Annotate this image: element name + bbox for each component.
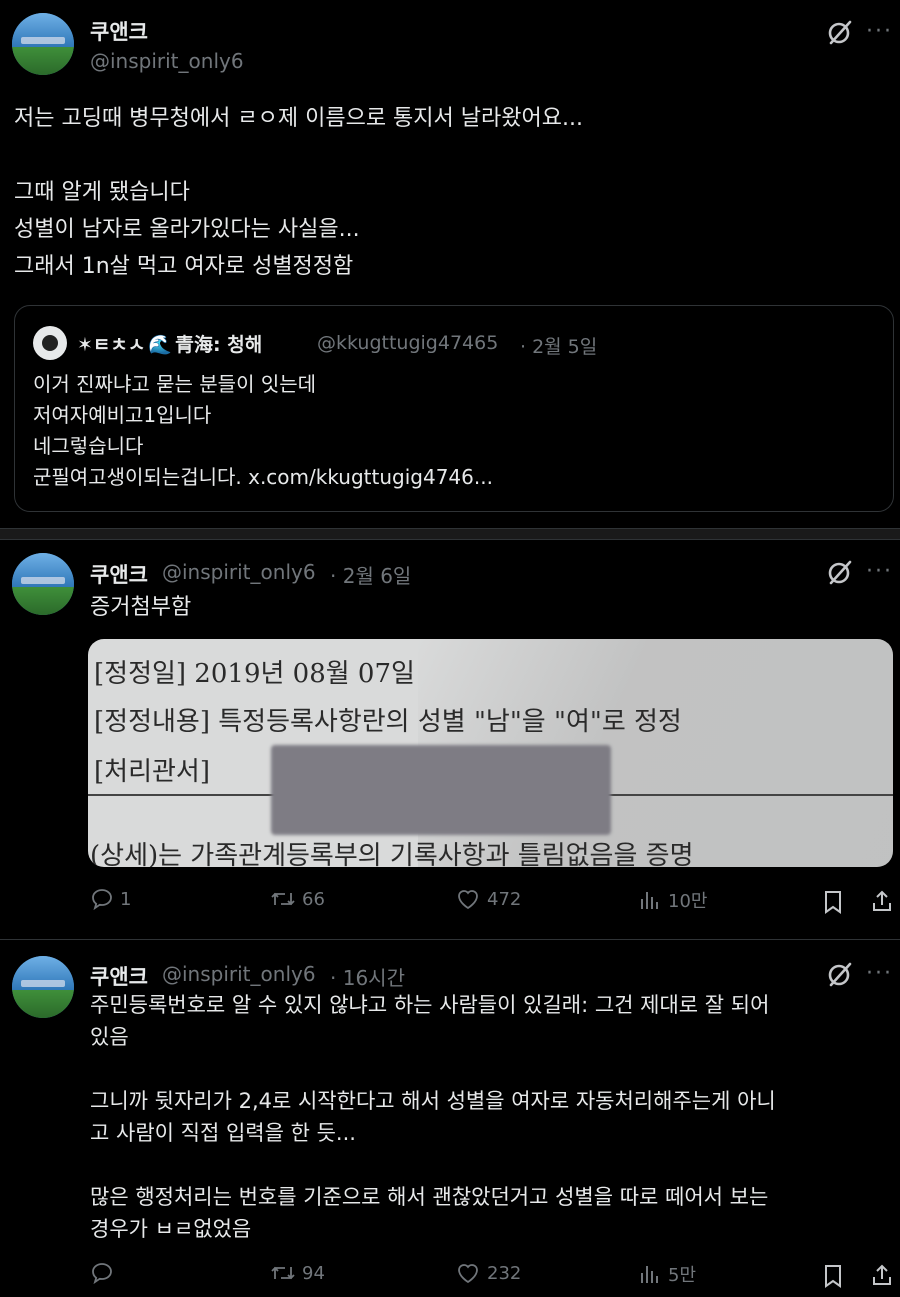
reply-icon <box>92 1263 112 1285</box>
tweet-actions: 1 66 472 10만 <box>0 887 900 917</box>
share-icon[interactable] <box>870 889 894 913</box>
quoted-tweet[interactable]: ✶ㅌㅊㅅ 🌊 青海: 청해 @kkugttugig47465 · 2월 5일 이거 … <box>14 305 894 512</box>
views-button[interactable]: 10만 <box>638 887 707 913</box>
tweet-actions: 94 232 5만 <box>0 1261 900 1291</box>
bookmark-icon[interactable] <box>822 1264 844 1288</box>
view-count: 5만 <box>668 1265 697 1286</box>
redacted-area <box>271 745 611 835</box>
retweet-icon <box>271 892 295 906</box>
quote-handle[interactable]: @kkugttugig47465 <box>317 332 498 354</box>
more-options-icon[interactable]: ··· <box>866 21 893 43</box>
tweet-date[interactable]: · 16시간 <box>330 962 405 991</box>
more-options-icon[interactable]: ··· <box>866 561 893 583</box>
author-handle[interactable]: @inspirit_only6 <box>162 560 316 584</box>
quote-date[interactable]: · 2월 5일 <box>520 332 597 359</box>
wave-emoji-icon: 🌊 <box>148 334 173 356</box>
reply-button[interactable] <box>90 1261 120 1285</box>
reply-count: 1 <box>120 888 132 910</box>
grok-icon[interactable] <box>826 960 854 988</box>
views-icon <box>641 892 658 909</box>
retweet-button[interactable]: 94 <box>270 1261 325 1285</box>
avatar[interactable] <box>12 13 74 75</box>
tweet-text: 증거첨부함 <box>90 595 192 620</box>
grok-icon[interactable] <box>826 18 854 46</box>
reply-button[interactable]: 1 <box>90 887 131 911</box>
divider <box>0 937 900 940</box>
doc-line-4: (상세)는 가족관계등록부의 기록사항과 틀림없음을 증명 <box>90 841 694 867</box>
tweet-text: 저는 고딩때 병무청에서 ㄹㅇ제 이름으로 통지서 날라왔어요... 그때 알게… <box>14 106 583 279</box>
tweet-3[interactable]: 쿠앤크 @inspirit_only6 · 16시간 ··· 주민등록번호로 알… <box>0 941 900 1297</box>
doc-line-2: [정정내용] 특정등록사항란의 성별 "남"을 "여"로 정정 <box>94 707 682 737</box>
tweet-text: 주민등록번호로 알 수 있지 않냐고 하는 사람들이 있길래: 그건 제대로 잘… <box>90 993 776 1241</box>
quote-author-name[interactable]: ✶ㅌㅊㅅ 🌊 青海: 청해 <box>77 330 262 357</box>
view-count: 10만 <box>668 891 708 912</box>
quote-avatar[interactable] <box>33 326 67 360</box>
heart-icon <box>458 890 478 910</box>
avatar[interactable] <box>12 553 74 615</box>
author-handle[interactable]: @inspirit_only6 <box>90 49 244 73</box>
tweet-date[interactable]: · 2월 6일 <box>330 560 411 589</box>
author-name[interactable]: 쿠앤크 <box>90 961 148 991</box>
views-icon <box>641 1266 658 1283</box>
retweet-icon <box>271 1266 295 1280</box>
avatar[interactable] <box>12 956 74 1018</box>
more-options-icon[interactable]: ··· <box>866 963 893 985</box>
retweet-count: 94 <box>302 1262 325 1284</box>
author-name[interactable]: 쿠앤크 <box>90 16 148 46</box>
like-count: 232 <box>487 1262 522 1284</box>
grok-icon[interactable] <box>826 558 854 586</box>
doc-line-3: [처리관서] <box>94 757 210 787</box>
quote-name-prefix: ✶ㅌㅊㅅ <box>77 334 146 356</box>
author-name[interactable]: 쿠앤크 <box>90 559 148 589</box>
heart-icon <box>458 1264 478 1284</box>
bookmark-icon[interactable] <box>822 890 844 914</box>
retweet-count: 66 <box>302 888 325 910</box>
attached-image[interactable]: [정정일] 2019년 08월 07일 [정정내용] 특정등록사항란의 성별 "… <box>88 639 893 867</box>
divider <box>0 528 900 540</box>
retweet-button[interactable]: 66 <box>270 887 325 911</box>
quote-text: 이거 진짜냐고 묻는 분들이 잇는데 저여자예비고1입니다 네그렇습니다 군필여… <box>33 372 493 489</box>
tweet-1[interactable]: 쿠앤크 @inspirit_only6 ··· 저는 고딩때 병무청에서 ㄹㅇ제… <box>0 0 900 528</box>
reply-icon <box>92 889 112 911</box>
quote-name-main: 青海: 청해 <box>175 334 263 356</box>
like-button[interactable]: 472 <box>455 887 521 911</box>
like-count: 472 <box>487 888 522 910</box>
doc-line-1: [정정일] 2019년 08월 07일 <box>94 659 415 689</box>
share-icon[interactable] <box>870 1263 894 1287</box>
like-button[interactable]: 232 <box>455 1261 521 1285</box>
author-handle[interactable]: @inspirit_only6 <box>162 962 316 986</box>
views-button[interactable]: 5만 <box>638 1261 696 1287</box>
